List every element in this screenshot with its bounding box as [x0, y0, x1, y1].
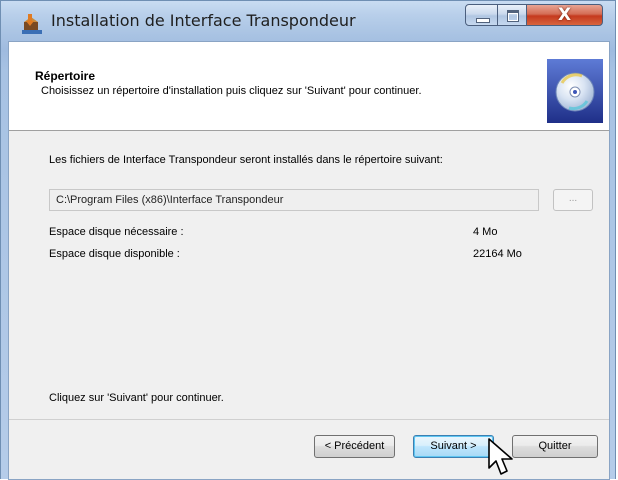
minimize-button[interactable] [465, 4, 498, 26]
install-path-field[interactable]: C:\Program Files (x86)\Interface Transpo… [49, 189, 539, 211]
continue-hint: Cliquez sur 'Suivant' pour continuer. [49, 392, 224, 404]
step-subtitle: Choisissez un répertoire d'installation … [41, 85, 422, 97]
quit-button[interactable]: Quitter [512, 435, 598, 458]
maximize-icon [507, 10, 519, 22]
next-button[interactable]: Suivant > [413, 435, 494, 458]
header-banner: Répertoire Choisissez un répertoire d'in… [9, 42, 609, 131]
step-title: Répertoire [35, 69, 96, 83]
dialog-client-area: Répertoire Choisissez un répertoire d'in… [8, 41, 610, 480]
install-dir-intro: Les fichiers de Interface Transpondeur s… [49, 154, 443, 166]
space-available-label: Espace disque disponible : [49, 248, 180, 260]
maximize-button[interactable] [497, 4, 527, 26]
minimize-icon [476, 18, 490, 23]
mouse-pointer-icon [488, 438, 513, 475]
space-required-label: Espace disque nécessaire : [49, 226, 184, 238]
browse-button[interactable]: ... [553, 189, 593, 211]
title-bar[interactable]: Installation de Interface Transpondeur X [1, 1, 615, 41]
installer-icon [22, 14, 42, 34]
window-title: Installation de Interface Transpondeur [51, 11, 356, 30]
cd-disc-icon [547, 59, 603, 123]
installer-window: Installation de Interface Transpondeur X… [0, 0, 616, 480]
space-required-value: 4 Mo [473, 226, 498, 238]
close-button[interactable]: X [526, 4, 603, 26]
close-icon: X [557, 5, 572, 25]
previous-button[interactable]: < Précédent [314, 435, 395, 458]
space-available-value: 22164 Mo [473, 248, 522, 260]
footer-divider [9, 419, 609, 420]
